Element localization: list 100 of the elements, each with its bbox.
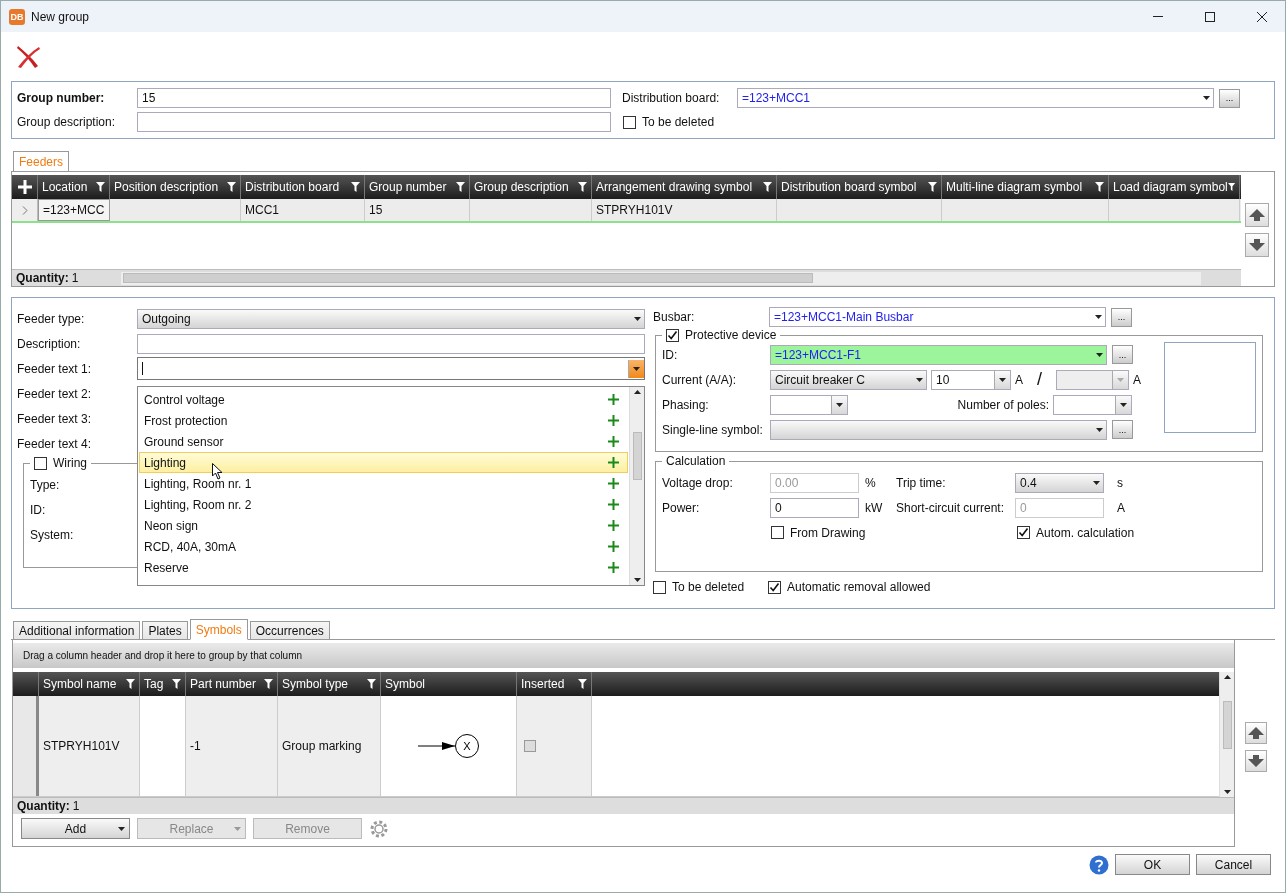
browse-button[interactable]: ... [1219, 88, 1240, 108]
checkbox[interactable] [34, 456, 47, 470]
settings-icon[interactable] [369, 818, 389, 839]
dropdown-field[interactable]: Circuit breaker C [770, 369, 927, 390]
dialog-button[interactable]: Cancel [1196, 854, 1271, 875]
dropdown-item[interactable]: RCD, 40A, 30mA [139, 536, 628, 557]
dropdown-item[interactable]: Lighting, Room nr. 1 [139, 473, 628, 494]
checkbox[interactable] [666, 328, 679, 342]
filter-icon[interactable] [367, 679, 376, 689]
tab[interactable]: Plates [142, 621, 188, 640]
tab[interactable]: Occurrences [249, 621, 330, 640]
plus-icon[interactable] [608, 394, 619, 405]
move-up-button[interactable] [1245, 722, 1267, 744]
dropdown-field[interactable] [1056, 369, 1130, 390]
table-cell: STPRYH101V [592, 199, 777, 221]
table-row[interactable]: =123+MCC MCC1 15 STPRYH101V [12, 199, 1241, 223]
dropdown-item[interactable]: Reserve [139, 557, 628, 578]
checkbox[interactable] [1017, 526, 1030, 539]
dropdown-item[interactable]: Ground sensor [139, 431, 628, 452]
text-field[interactable]: 15 [137, 88, 611, 108]
window-title: New group [31, 9, 91, 24]
move-down-button[interactable] [1245, 233, 1269, 257]
dropdown-item[interactable]: Frost protection [139, 410, 628, 431]
dropdown-field[interactable]: 0.4 [1015, 472, 1104, 493]
quantity-value: 1 [72, 799, 80, 813]
checkbox[interactable] [653, 580, 666, 594]
plus-icon[interactable] [608, 457, 619, 468]
move-down-button[interactable] [1245, 750, 1267, 772]
scroll-up-icon[interactable] [633, 390, 641, 394]
quantity-label: Quantity: [16, 271, 69, 285]
vertical-scrollbar[interactable] [629, 387, 644, 585]
horizontal-scrollbar[interactable] [121, 271, 1202, 285]
plus-icon[interactable] [608, 436, 619, 447]
checkbox[interactable] [623, 115, 636, 129]
dropdown-field[interactable] [770, 419, 1107, 440]
dropdown-field[interactable]: =123+MCC1 [737, 88, 1214, 108]
help-icon[interactable] [1089, 854, 1109, 875]
scroll-thumb[interactable] [1222, 700, 1232, 749]
plus-icon[interactable] [608, 562, 619, 573]
browse-button[interactable]: ... [1112, 345, 1133, 364]
filter-icon[interactable] [172, 679, 181, 689]
dropdown-field[interactable]: =123+MCC1-Main Busbar [769, 307, 1106, 327]
filter-icon[interactable] [227, 182, 236, 192]
checkbox[interactable] [524, 740, 536, 752]
table-row[interactable]: STPRYH101V -1 Group marking X [13, 696, 1219, 797]
toolbar-button[interactable]: Add [21, 818, 130, 839]
dropdown-field[interactable] [137, 357, 645, 380]
filter-icon[interactable] [763, 182, 772, 192]
dialog-button[interactable]: OK [1115, 854, 1190, 875]
checkbox[interactable] [768, 580, 781, 594]
dropdown-field[interactable]: 10 [931, 369, 1011, 390]
dropdown-field[interactable] [1053, 394, 1132, 415]
text-field[interactable] [137, 333, 645, 354]
delete-icon[interactable] [15, 44, 41, 69]
scroll-down-icon[interactable] [1223, 790, 1231, 794]
plus-icon[interactable] [608, 499, 619, 510]
move-up-button[interactable] [1245, 203, 1269, 227]
plus-icon[interactable] [608, 541, 619, 552]
filter-icon[interactable] [126, 679, 135, 689]
filter-icon[interactable] [264, 679, 273, 689]
vertical-scrollbar[interactable] [1219, 672, 1234, 797]
plus-icon[interactable] [608, 478, 619, 489]
plus-icon[interactable] [608, 415, 619, 426]
filter-icon[interactable] [456, 182, 465, 192]
dropdown-field[interactable]: Outgoing [137, 308, 645, 329]
close-icon[interactable] [1257, 11, 1267, 22]
table-cell: 15 [365, 199, 470, 221]
filter-icon[interactable] [1095, 182, 1104, 192]
filter-icon[interactable] [351, 182, 360, 192]
text-field[interactable] [137, 112, 611, 132]
filter-icon[interactable] [96, 182, 105, 192]
scroll-down-icon[interactable] [633, 578, 641, 582]
dropdown-field[interactable]: =123+MCC1-F1 [770, 344, 1107, 365]
field-label: Trip time: [896, 475, 947, 490]
filter-icon[interactable] [578, 182, 587, 192]
scroll-up-icon[interactable] [1223, 675, 1231, 679]
field-label: ID: [662, 347, 679, 362]
filter-icon[interactable] [578, 679, 587, 689]
scroll-thumb[interactable] [632, 432, 642, 480]
dropdown-item[interactable]: Lighting, Room nr. 2 [139, 494, 628, 515]
tab[interactable]: Additional information [13, 621, 141, 640]
table-cell: MCC1 [241, 199, 365, 221]
checkbox-label: Wiring [53, 456, 87, 470]
browse-button[interactable]: ... [1111, 307, 1132, 327]
field-label: Feeder text 4: [17, 436, 93, 451]
filter-icon[interactable] [1227, 182, 1235, 192]
dropdown-item[interactable]: Control voltage [139, 389, 628, 410]
add-icon[interactable] [17, 180, 32, 194]
text-field[interactable]: 0 [770, 497, 859, 518]
dropdown-field[interactable] [770, 394, 848, 415]
dropdown-item[interactable]: Neon sign [139, 515, 628, 536]
plus-icon[interactable] [608, 520, 619, 531]
field-label: Short-circuit current: [896, 500, 1006, 515]
filter-icon[interactable] [928, 182, 937, 192]
maximize-icon[interactable] [1205, 11, 1215, 22]
row-indicator[interactable] [13, 696, 39, 796]
checkbox[interactable] [771, 526, 784, 539]
checkbox-label: From Drawing [790, 525, 866, 540]
browse-button[interactable]: ... [1112, 420, 1133, 439]
caret-icon [1117, 377, 1125, 382]
